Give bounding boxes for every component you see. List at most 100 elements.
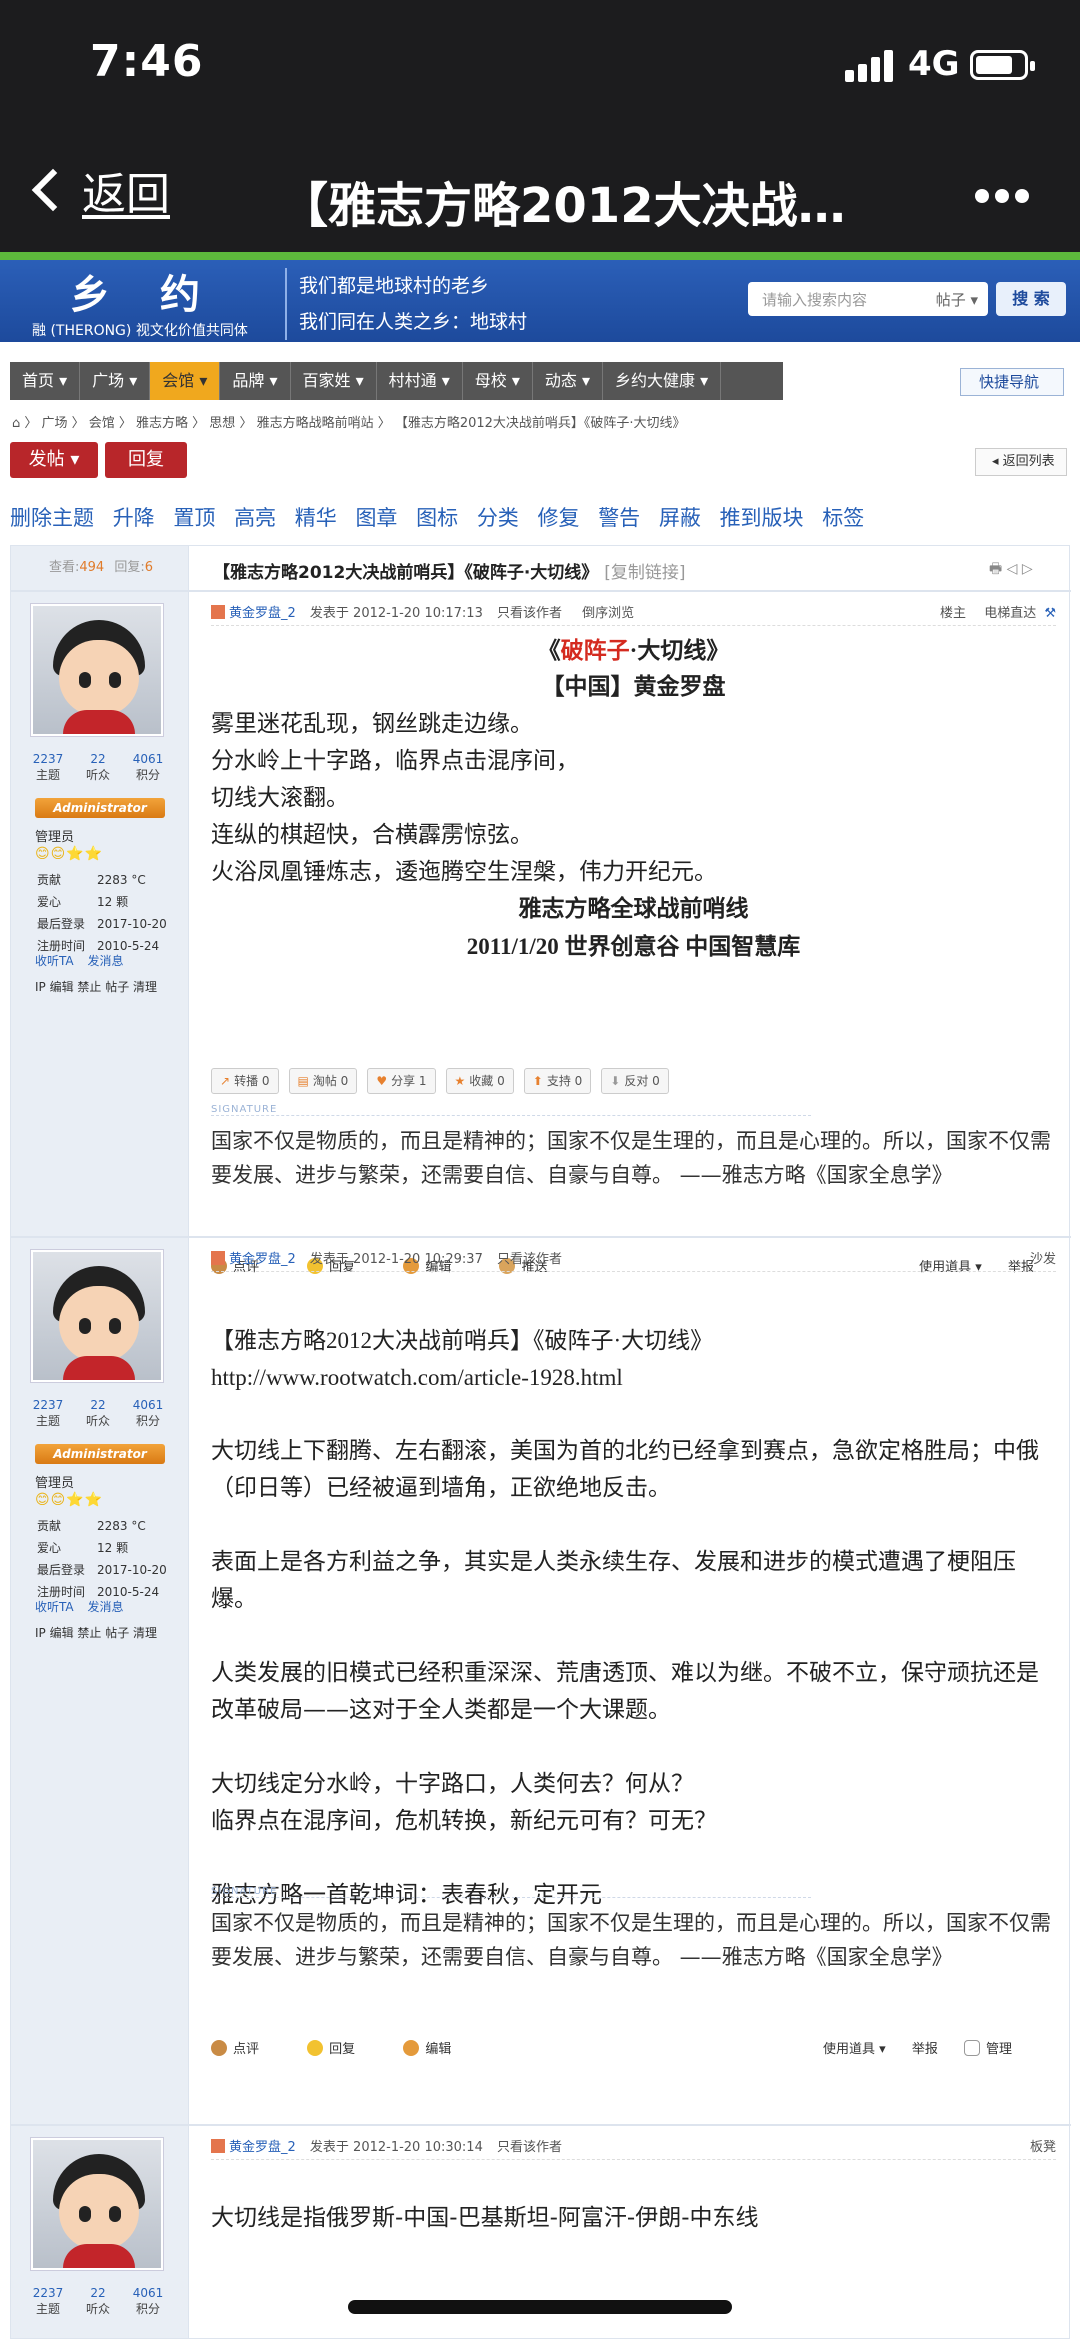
- oppose-button[interactable]: ⬇ 反对 0: [601, 1068, 669, 1094]
- use-tools-menu[interactable]: 使用道具 ▾: [823, 2042, 886, 2057]
- nav-bar: 返回 【雅志方略2012大决战…: [0, 130, 1080, 252]
- post-content: 【雅志方略2012大决战前哨兵】《破阵子·大切线》 http://www.roo…: [211, 1322, 1056, 1914]
- user-stats: 2237 主题 22 听众 4061 积分: [32, 752, 164, 782]
- manage-checkbox[interactable]: 管理: [963, 2040, 1034, 2057]
- rank-stars: 😊😊⭐⭐: [35, 1492, 104, 1508]
- menu-item-school[interactable]: 母校 ▾: [463, 362, 533, 400]
- search-button[interactable]: 搜 索: [996, 282, 1066, 316]
- back-label: 返回: [82, 169, 170, 220]
- wrench-icon[interactable]: ⚒: [1044, 606, 1056, 621]
- mod-tags[interactable]: 标签: [822, 506, 864, 530]
- favorite-button[interactable]: ★ 收藏 0: [445, 1068, 514, 1094]
- reply-button[interactable]: 回复: [105, 442, 187, 478]
- report-link[interactable]: 举报: [912, 2042, 938, 2057]
- mod-stamp[interactable]: 图章: [355, 506, 397, 530]
- signature: 国家不仅是物质的，而且是精神的；国家不仅是生理的，而且是心理的。所以，国家不仅需…: [211, 1911, 1051, 1969]
- mod-warn[interactable]: 警告: [598, 506, 640, 530]
- mod-bump[interactable]: 升降: [113, 506, 155, 530]
- mod-sticky[interactable]: 置顶: [173, 506, 215, 530]
- print-prev-next-icons[interactable]: 🖶 ◁ ▷: [989, 558, 1033, 582]
- menu-item-square[interactable]: 广场 ▾: [80, 362, 151, 400]
- copy-link[interactable]: [复制链接]: [604, 563, 685, 583]
- support-button[interactable]: ⬆ 支持 0: [523, 1068, 592, 1094]
- menu-item-surnames[interactable]: 百家姓 ▾: [291, 362, 377, 400]
- post-2: 2237 主题 22 听众 4061 积分 Administrator 管理员 😊😊⭐…: [11, 1236, 1071, 2057]
- mod-digest[interactable]: 精华: [295, 506, 337, 530]
- search-category-select[interactable]: 帖子 ▾: [936, 289, 978, 310]
- thread: 查看:494 回复:6 【雅志方略2012大决战前哨兵】《破阵子·大切线》 [复制…: [10, 545, 1071, 2339]
- site-slogan: 我们都是地球村的老乡 我们同在人类之乡：地球村: [285, 268, 527, 340]
- edit-link[interactable]: 编辑: [403, 2040, 473, 2057]
- online-icon: [211, 605, 225, 619]
- back-button[interactable]: 返回: [26, 160, 170, 220]
- user-actions: 收听TA 发消息: [35, 1598, 123, 1615]
- avatar[interactable]: [31, 604, 163, 736]
- forward-button[interactable]: ↗ 转播 0: [211, 1068, 279, 1094]
- thread-title: 【雅志方略2012大决战前哨兵】《破阵子·大切线》 [复制链接]: [213, 563, 686, 583]
- status-bar: 7:46 4G: [0, 0, 1080, 130]
- battery-icon: [970, 50, 1035, 80]
- collect-button[interactable]: ▤ 淘帖 0: [288, 1068, 358, 1094]
- author-name[interactable]: 黄金罗盘_2: [229, 2140, 296, 2155]
- comment-link[interactable]: 点评: [211, 2040, 281, 2057]
- post-footer: 点评 回复 编辑 使用道具 ▾ 举报 管理: [211, 2038, 1056, 2068]
- share-button[interactable]: ♥ 分享 1: [367, 1068, 436, 1094]
- only-author-link[interactable]: 只看该作者: [497, 1252, 562, 1267]
- thread-stats: 查看:494 回复:6: [49, 560, 154, 575]
- share-bar: ↗ 转播 0 ▤ 淘帖 0 ♥ 分享 1 ★ 收藏 0 ⬆ 支持 0 ⬇ 反对 0: [211, 1068, 679, 1094]
- avatar[interactable]: [31, 2138, 163, 2270]
- poem-author: 【中国】黄金罗盘: [541, 674, 726, 700]
- user-actions: 收听TA 发消息: [35, 952, 123, 969]
- more-icon[interactable]: [975, 188, 1035, 207]
- menu-item-villages[interactable]: 村村通 ▾: [377, 362, 463, 400]
- moderation-bar: 删除主题 升降 置顶 高亮 精华 图章 图标 分类 修复 警告 屏蔽 推到版块 …: [10, 502, 876, 532]
- admin-links[interactable]: IP 编辑 禁止 帖子 清理: [35, 978, 157, 995]
- only-author-link[interactable]: 只看该作者: [497, 606, 562, 621]
- mod-repair[interactable]: 修复: [538, 506, 580, 530]
- new-post-button[interactable]: 发帖 ▾: [10, 442, 98, 478]
- post-meta: 黄金罗盘_2 发表于 2012-1-20 10:17:13 只看该作者 倒序浏览…: [211, 602, 1056, 626]
- user-group: 管理员: [35, 830, 75, 845]
- user-group: 管理员: [35, 1476, 75, 1491]
- site-logo[interactable]: 乡约 融 (THERONG) 视文化价值共同体: [30, 260, 270, 342]
- only-author-link[interactable]: 只看该作者: [497, 2140, 562, 2155]
- breadcrumb[interactable]: ⌂ 〉 广场 〉 会馆 〉 雅志方略 〉 思想 〉 雅志方略战略前哨站 〉 【雅…: [12, 412, 686, 431]
- signature-label: SIGNATURE: [211, 1886, 811, 1898]
- mod-category[interactable]: 分类: [477, 506, 519, 530]
- back-to-list-button[interactable]: ◂ 返回列表: [975, 448, 1067, 476]
- follow-link[interactable]: 收听TA: [35, 1600, 74, 1614]
- mod-icon[interactable]: 图标: [416, 506, 458, 530]
- message-link[interactable]: 发消息: [87, 954, 123, 968]
- mod-block[interactable]: 屏蔽: [659, 506, 701, 530]
- post-content: 《破阵子·大切线》 【中国】黄金罗盘 雾里迷花乱现，钢丝跳走边缘。 分水岭上十字…: [211, 632, 1056, 965]
- admin-links[interactable]: IP 编辑 禁止 帖子 清理: [35, 1624, 157, 1641]
- article-link[interactable]: http://www.rootwatch.com/article-1928.ht…: [211, 1359, 1056, 1396]
- menu-item-health[interactable]: 乡约大健康 ▾: [603, 362, 722, 400]
- search-input[interactable]: 请输入搜索内容 帖子 ▾: [748, 282, 988, 316]
- quick-nav-button[interactable]: 快捷导航: [960, 368, 1064, 396]
- menu-item-home[interactable]: 首页 ▾: [10, 362, 81, 400]
- chevron-left-icon: [31, 168, 75, 212]
- follow-link[interactable]: 收听TA: [35, 954, 74, 968]
- author-name[interactable]: 黄金罗盘_2: [229, 1252, 296, 1267]
- status-time: 7:46: [90, 36, 204, 87]
- mod-push-section[interactable]: 推到版块: [720, 506, 804, 530]
- user-stats: 2237 主题 22 听众 4061 积分: [32, 1398, 164, 1428]
- main-menu: 首页 ▾ 广场 ▾ 会馆 ▾ 品牌 ▾ 百家姓 ▾ 村村通 ▾ 母校 ▾ 动态 …: [10, 362, 783, 400]
- home-indicator[interactable]: [348, 2300, 732, 2314]
- mod-highlight[interactable]: 高亮: [234, 506, 276, 530]
- author-name[interactable]: 黄金罗盘_2: [229, 606, 296, 621]
- user-info: 贡献 2283 °C 爱心 12 颗 最后登录 2017-10-20 注册时间 2010…: [37, 1519, 167, 1599]
- user-info: 贡献 2283 °C 爱心 12 颗 最后登录 2017-10-20 注册时间 2010…: [37, 873, 167, 953]
- reply-link[interactable]: 回复: [307, 2040, 377, 2057]
- menu-item-feed[interactable]: 动态 ▾: [533, 362, 603, 400]
- jump-to-floor[interactable]: 电梯直达: [984, 606, 1036, 621]
- avatar[interactable]: [31, 1250, 163, 1382]
- site-header: 乡约 融 (THERONG) 视文化价值共同体 我们都是地球村的老乡 我们同在人…: [0, 252, 1080, 342]
- menu-item-brand[interactable]: 品牌 ▾: [220, 362, 291, 400]
- reverse-order-link[interactable]: 倒序浏览: [582, 606, 634, 621]
- mod-delete-thread[interactable]: 删除主题: [10, 506, 94, 530]
- poem-title: 《破阵子·大切线》: [537, 638, 730, 663]
- menu-item-hall[interactable]: 会馆 ▾: [150, 362, 221, 400]
- message-link[interactable]: 发消息: [87, 1600, 123, 1614]
